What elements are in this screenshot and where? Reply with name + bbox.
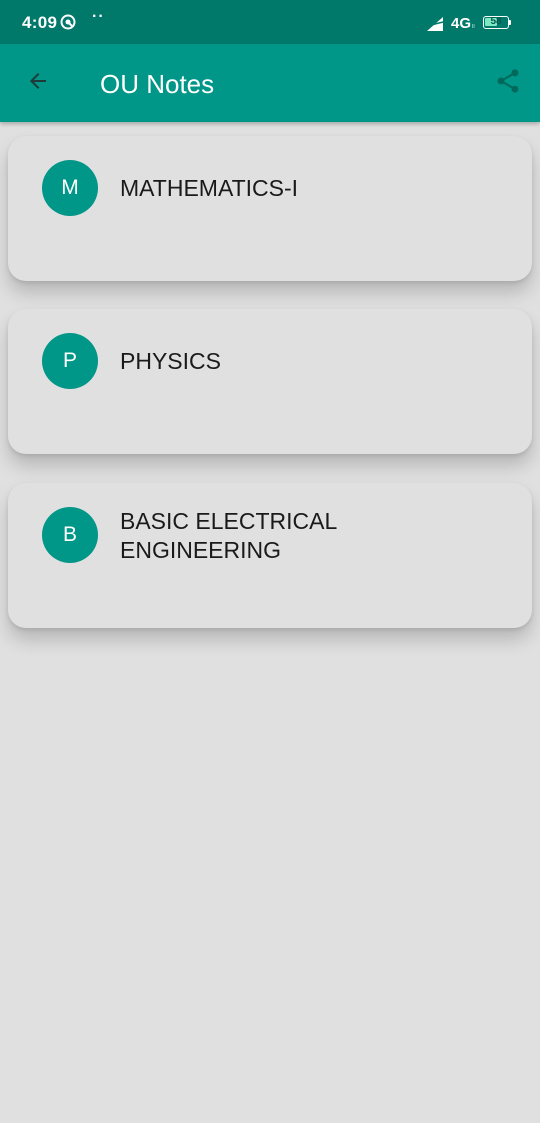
subject-name: PHYSICS	[120, 348, 221, 374]
subject-avatar: B	[42, 507, 98, 563]
app-bar: OU Notes	[0, 44, 540, 122]
battery-icon: 58	[483, 16, 509, 29]
status-time: 4:09	[22, 13, 58, 32]
subject-card-basic-electrical-engineering[interactable]: B BASIC ELECTRICAL ENGINEERING	[8, 483, 532, 628]
subject-card-mathematics[interactable]: M MATHEMATICS-I	[8, 136, 532, 281]
subject-name: MATHEMATICS-I	[120, 175, 299, 201]
subject-avatar: M	[42, 160, 98, 216]
subject-card-physics[interactable]: P PHYSICS	[8, 309, 532, 454]
signal-icon	[425, 15, 445, 32]
subject-name: BASIC ELECTRICAL ENGINEERING	[120, 508, 337, 563]
page-title: OU Notes	[100, 69, 215, 99]
notification-dots: ··	[92, 8, 105, 25]
battery-tip	[509, 20, 511, 25]
network-bars-label: ll	[472, 24, 475, 30]
share-icon	[494, 67, 522, 100]
network-type: 4G	[451, 15, 472, 32]
notification-app-icon	[60, 14, 76, 30]
subject-avatar: P	[42, 333, 98, 389]
arrow-back-icon	[26, 69, 50, 98]
back-button[interactable]	[16, 61, 60, 105]
share-button[interactable]	[486, 61, 530, 105]
status-bar: 4:09 ·· 4G ll 58	[0, 0, 540, 44]
battery-level: 58	[490, 16, 502, 27]
